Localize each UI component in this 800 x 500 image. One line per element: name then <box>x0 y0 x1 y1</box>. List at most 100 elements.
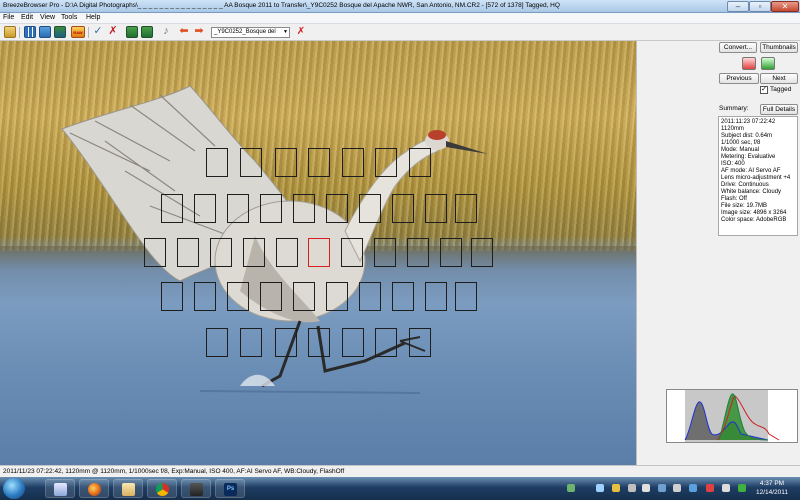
tagged-label: Tagged <box>770 86 792 93</box>
info-line: Mode: Manual <box>721 147 760 153</box>
af-point <box>409 148 431 177</box>
af-point <box>409 328 431 357</box>
delete-icon[interactable]: ✗ <box>295 26 307 38</box>
af-point <box>275 148 297 177</box>
info-line: 2011:11:23 07:22:42 <box>721 119 776 125</box>
toolbar: RAW ✓ ✗ ♪ ⬅ ➡ _Y9C0252_Bosque del ▼ ✗ <box>0 24 800 41</box>
toolbar-separator <box>19 27 20 38</box>
tray-flag-icon[interactable] <box>612 484 620 492</box>
info-line: Drive: Continuous <box>721 182 769 188</box>
af-point <box>392 282 414 311</box>
af-point <box>227 282 249 311</box>
af-point <box>471 238 493 267</box>
tray-power-icon[interactable] <box>706 484 714 492</box>
untag-icon[interactable]: ✗ <box>107 26 119 38</box>
maximize-button[interactable]: ▫ <box>749 1 771 12</box>
tray-display-icon[interactable] <box>658 484 666 492</box>
rotate-left-icon[interactable] <box>126 26 138 38</box>
previous-button[interactable]: Previous <box>719 73 759 84</box>
af-point <box>440 238 462 267</box>
close-button[interactable]: ✕ <box>771 1 799 12</box>
summary-label: Summary: <box>719 105 749 112</box>
next-tagged-icon[interactable] <box>761 57 775 70</box>
taskbar-item-chrome[interactable] <box>147 479 177 498</box>
menu-tools[interactable]: Tools <box>61 14 77 21</box>
music-note-icon[interactable]: ♪ <box>160 26 172 38</box>
af-point <box>375 328 397 357</box>
thumbnail-view-icon[interactable] <box>39 26 51 38</box>
tag-check-icon[interactable]: ✓ <box>92 26 104 38</box>
next-button[interactable]: Next <box>760 73 798 84</box>
af-point <box>359 194 381 223</box>
arrow-right-icon[interactable]: ➡ <box>193 26 205 38</box>
tray-network-icon[interactable] <box>567 484 575 492</box>
full-details-button[interactable]: Full Details <box>760 104 798 115</box>
main-image[interactable] <box>0 41 636 465</box>
chrome-icon <box>156 483 169 496</box>
taskbar-clock[interactable]: 4:37 PM 12/14/2011 <box>752 479 792 497</box>
toolbar-separator <box>88 27 89 38</box>
af-point <box>375 148 397 177</box>
taskbar-item-folder[interactable] <box>113 479 143 498</box>
taskbar: Ps 4:37 PM 12/14/2011 <box>0 477 800 500</box>
chevron-down-icon: ▼ <box>283 29 288 35</box>
menu-edit[interactable]: Edit <box>21 14 33 21</box>
tray-signal-icon[interactable] <box>596 484 604 492</box>
tagged-checkbox[interactable]: ✓ <box>760 86 768 94</box>
af-point <box>210 238 232 267</box>
raw-icon[interactable]: RAW <box>71 26 85 38</box>
taskbar-item-photoshop[interactable]: Ps <box>215 479 245 498</box>
summary-info-box: 2011:11:23 07:22:42 1120mm Subject dist:… <box>718 116 798 236</box>
tray-security-icon[interactable] <box>738 484 746 492</box>
camera-icon <box>190 483 203 496</box>
arrow-left-icon[interactable]: ⬅ <box>178 26 190 38</box>
af-point <box>359 282 381 311</box>
start-button[interactable] <box>3 478 25 499</box>
photoshop-icon: Ps <box>224 483 237 496</box>
tray-sync-icon[interactable] <box>689 484 697 492</box>
menu-view[interactable]: View <box>40 14 55 21</box>
histogram <box>666 389 798 443</box>
rotate-right-icon[interactable] <box>141 26 153 38</box>
tray-device-icon[interactable] <box>642 484 650 492</box>
af-point <box>240 328 262 357</box>
af-point <box>425 282 447 311</box>
info-line: ISO: 400 <box>721 161 745 167</box>
af-point <box>194 282 216 311</box>
af-point <box>206 148 228 177</box>
taskbar-item-camera[interactable] <box>181 479 211 498</box>
thumbnail-grid-icon[interactable] <box>24 26 36 38</box>
file-select[interactable]: _Y9C0252_Bosque del ▼ <box>211 27 290 38</box>
tray-volume-icon[interactable] <box>722 484 730 492</box>
status-text: 2011/11/23 07:22:42, 1120mm @ 1120mm, 1/… <box>3 468 345 475</box>
af-point <box>260 282 282 311</box>
convert-button[interactable]: Convert... <box>719 42 757 53</box>
file-select-value: _Y9C0252_Bosque del <box>214 29 276 35</box>
af-point <box>425 194 447 223</box>
image-view-icon[interactable] <box>54 26 66 38</box>
af-point <box>326 194 348 223</box>
taskbar-item-explorer[interactable] <box>45 479 75 498</box>
open-folder-icon[interactable] <box>4 26 16 38</box>
taskbar-item-firefox[interactable] <box>79 479 109 498</box>
menu-help[interactable]: Help <box>86 14 100 21</box>
tray-monitor-icon[interactable] <box>628 484 636 492</box>
af-point <box>308 328 330 357</box>
tray-speaker-icon[interactable] <box>673 484 681 492</box>
info-line: Metering: Evaluative <box>721 154 776 160</box>
previous-tagged-icon[interactable] <box>742 57 756 70</box>
thumbnails-button[interactable]: Thumbnails <box>760 42 798 53</box>
folder-icon <box>122 483 135 496</box>
minimize-button[interactable]: – <box>727 1 749 12</box>
af-point <box>227 194 249 223</box>
af-point <box>206 328 228 357</box>
af-point <box>293 282 315 311</box>
af-point <box>293 194 315 223</box>
info-line: Image size: 4896 x 3264 <box>721 210 787 216</box>
info-line: Subject dist: 0.64m <box>721 133 773 139</box>
af-point <box>161 194 183 223</box>
af-point <box>308 148 330 177</box>
menu-bar: File Edit View Tools Help <box>0 13 800 24</box>
af-point <box>144 238 166 267</box>
menu-file[interactable]: File <box>3 14 14 21</box>
